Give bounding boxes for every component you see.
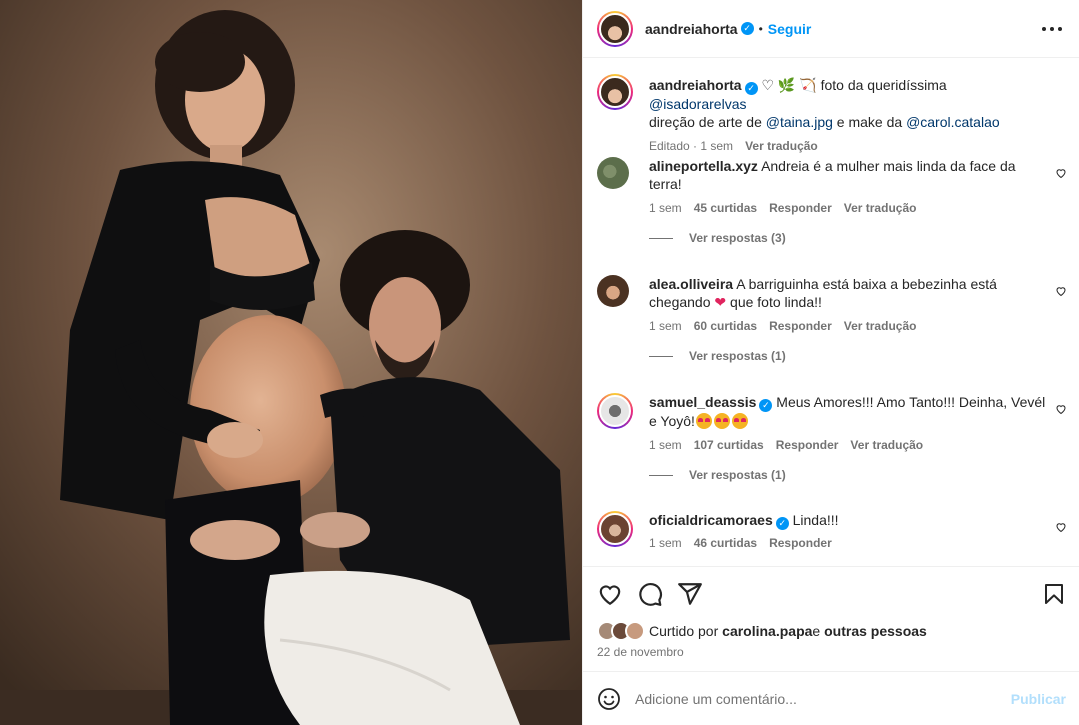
comment-text: alineportella.xyz Andreia é a mulher mai…: [649, 157, 1047, 193]
reply-button[interactable]: Responder: [776, 438, 839, 452]
like-comment-heart-icon[interactable]: [1055, 521, 1067, 533]
caption-text: aandreiahorta ✓ ♡ 🌿 🏹 foto da queridíssim…: [649, 74, 1047, 131]
star-eyes-emoji-icon: [713, 413, 730, 429]
comment-item: alineportella.xyz Andreia é a mulher mai…: [597, 157, 1067, 245]
edited-label: Editado: [649, 139, 690, 153]
more-options-icon[interactable]: [1042, 19, 1062, 39]
commenter-username[interactable]: alea.olliveira: [649, 276, 733, 292]
post-image: [0, 0, 582, 725]
reply-button[interactable]: Responder: [769, 201, 832, 215]
translate-button[interactable]: Ver tradução: [850, 438, 923, 452]
post-date: 22 de novembro: [597, 645, 684, 659]
comment-meta: 1 sem 45 curtidas Responder Ver tradução: [649, 201, 1067, 215]
comment-body: que foto linda!!: [726, 294, 822, 310]
replies-label: Ver respostas (1): [689, 468, 786, 482]
comment-input[interactable]: [635, 690, 995, 707]
commenter-username[interactable]: oficialdricamoraes: [649, 512, 773, 528]
star-eyes-emoji-icon: [695, 413, 712, 429]
verified-badge-icon: ✓: [740, 22, 754, 35]
comment-text: oficialdricamoraes ✓ Linda!!!: [649, 511, 1047, 530]
caption: aandreiahorta ✓ ♡ 🌿 🏹 foto da queridíssim…: [597, 74, 1067, 153]
verified-badge-icon: ✓: [759, 399, 773, 412]
comment-bubble-icon[interactable]: [637, 581, 663, 607]
like-comment-heart-icon[interactable]: [1055, 167, 1067, 179]
comment-meta: 1 sem 107 curtidas Responder Ver traduçã…: [649, 438, 1067, 452]
author-username[interactable]: aandreiahorta: [645, 21, 738, 37]
commenter-avatar[interactable]: [597, 157, 629, 189]
liked-user[interactable]: carolina.papa: [722, 623, 812, 639]
separator-dot: •: [758, 21, 763, 36]
comment-text: alea.olliveira A barriguinha está baixa …: [649, 275, 1047, 311]
translate-button[interactable]: Ver tradução: [844, 319, 917, 333]
post-actions: Curtido por carolina.papa e outras pesso…: [583, 566, 1079, 671]
translate-button[interactable]: Ver tradução: [844, 201, 917, 215]
replies-line: [649, 355, 673, 357]
commenter-avatar[interactable]: [597, 275, 629, 307]
comment-body: Linda!!!: [792, 512, 839, 528]
caption-author-avatar[interactable]: [597, 74, 633, 110]
comments-list[interactable]: aandreiahorta ✓ ♡ 🌿 🏹 foto da queridíssim…: [583, 59, 1079, 565]
comment-item: samuel_deassis ✓ Meus Amores!!! Amo Tanto…: [597, 393, 1067, 482]
mention-link[interactable]: @carol.catalao: [906, 114, 1000, 130]
caption-text-part: foto da queridíssima: [816, 77, 947, 93]
replies-line: [649, 237, 673, 239]
translate-button[interactable]: Ver tradução: [745, 139, 818, 153]
comment-likes[interactable]: 60 curtidas: [694, 319, 757, 333]
comment-likes[interactable]: 45 curtidas: [694, 201, 757, 215]
like-comment-heart-icon[interactable]: [1055, 285, 1067, 297]
caption-meta: Editado · 1 sem Ver tradução: [649, 139, 818, 153]
caption-emojis: ♡ 🌿 🏹: [761, 77, 817, 93]
liked-others[interactable]: outras pessoas: [824, 623, 927, 639]
follow-button[interactable]: Seguir: [768, 21, 812, 37]
publish-button[interactable]: Publicar: [1011, 691, 1066, 707]
replies-label: Ver respostas (1): [689, 349, 786, 363]
like-comment-heart-icon[interactable]: [1055, 403, 1067, 415]
like-heart-icon[interactable]: [597, 581, 623, 607]
commenter-username[interactable]: samuel_deassis: [649, 394, 756, 410]
verified-badge-icon: ✓: [744, 82, 758, 95]
comment-text: samuel_deassis ✓ Meus Amores!!! Amo Tanto…: [649, 393, 1047, 430]
comment-time: 1 sem: [649, 536, 682, 550]
view-replies-button[interactable]: Ver respostas (1): [649, 468, 1067, 482]
reply-button[interactable]: Responder: [769, 319, 832, 333]
liker-avatar: [625, 621, 645, 641]
mention-link[interactable]: @taina.jpg: [766, 114, 833, 130]
verified-badge-icon: ✓: [775, 517, 789, 530]
comment-likes[interactable]: 107 curtidas: [694, 438, 764, 452]
comment-meta: 1 sem 46 curtidas Responder: [649, 536, 1067, 550]
replies-label: Ver respostas (3): [689, 231, 786, 245]
post-photo[interactable]: [0, 0, 582, 725]
save-bookmark-icon[interactable]: [1042, 581, 1066, 607]
caption-text-part: e make da: [832, 114, 907, 130]
comment-item: alea.olliveira A barriguinha está baixa …: [597, 275, 1067, 363]
caption-text-part: direção de arte de: [649, 114, 766, 130]
emoji-smiley-icon[interactable]: [597, 687, 621, 711]
commenter-username[interactable]: alineportella.xyz: [649, 158, 758, 174]
replies-line: [649, 474, 673, 476]
comment-time: 1 sem: [649, 319, 682, 333]
comment-likes[interactable]: 46 curtidas: [694, 536, 757, 550]
caption-author[interactable]: aandreiahorta: [649, 77, 742, 93]
comment-item: oficialdricamoraes ✓ Linda!!! 1 sem 46 cu…: [597, 511, 1067, 550]
caption-time: 1 sem: [700, 139, 734, 153]
add-comment-bar: Publicar: [583, 671, 1079, 725]
reply-button[interactable]: Responder: [769, 536, 832, 550]
post-header: aandreiahorta ✓ • Seguir: [583, 0, 1079, 58]
star-eyes-emoji-icon: [731, 413, 748, 429]
share-send-icon[interactable]: [677, 581, 703, 607]
comment-meta: 1 sem 60 curtidas Responder Ver tradução: [649, 319, 1067, 333]
red-heart-emoji: ❤: [714, 294, 727, 310]
commenter-avatar[interactable]: [597, 511, 633, 547]
liked-prefix: Curtido por: [649, 623, 719, 639]
mention-link[interactable]: @isadorarelvas: [649, 96, 746, 112]
liked-by[interactable]: Curtido por carolina.papa e outras pesso…: [597, 621, 927, 641]
comment-time: 1 sem: [649, 438, 682, 452]
author-avatar[interactable]: [597, 10, 633, 47]
commenter-avatar[interactable]: [597, 393, 633, 429]
post-details-panel: aandreiahorta ✓ • Seguir aandreiahorta ✓ …: [582, 0, 1079, 725]
view-replies-button[interactable]: Ver respostas (3): [649, 231, 1067, 245]
view-replies-button[interactable]: Ver respostas (1): [649, 349, 1067, 363]
comment-time: 1 sem: [649, 201, 682, 215]
liked-mid: e: [812, 623, 821, 639]
